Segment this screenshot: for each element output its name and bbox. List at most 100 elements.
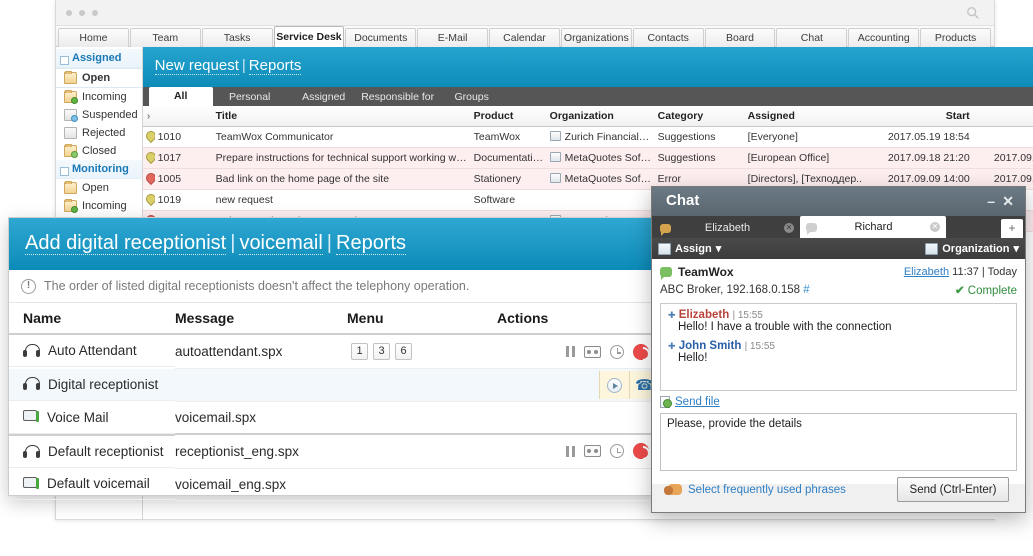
sd-col-product[interactable]: Product: [470, 106, 547, 127]
menu-key[interactable]: 1: [351, 343, 368, 360]
sidebar-item-open[interactable]: Open: [56, 179, 142, 197]
sidebar-group-monitoring[interactable]: Monitoring: [56, 160, 142, 179]
sd-col-start[interactable]: Start: [866, 106, 973, 127]
tab-contacts[interactable]: Contacts: [632, 28, 704, 47]
tab-home[interactable]: Home: [58, 28, 129, 47]
sidebar-item-rejected[interactable]: Rejected: [56, 124, 142, 142]
receptionist-row[interactable]: Auto Attendant autoattendant.spx 1 3 6: [9, 334, 659, 369]
tab-e-mail[interactable]: E-Mail: [417, 28, 489, 47]
tab-chat[interactable]: Chat: [776, 28, 848, 47]
menu-key[interactable]: 3: [373, 343, 390, 360]
receptionist-row[interactable]: Digital receptionist ☎: [9, 368, 659, 402]
tab-team[interactable]: Team: [129, 28, 201, 47]
sd-col-limit[interactable]: Limit: [972, 106, 1033, 127]
request-title[interactable]: Prepare instructions for technical suppo…: [212, 147, 471, 169]
request-assigned[interactable]: [European Office]: [744, 147, 867, 169]
receptionist-row[interactable]: Default receptionist receptionist_eng.spx: [9, 433, 659, 469]
service-desk-subtabs[interactable]: All Personal Assigned Responsible for Groups: [142, 87, 1033, 106]
hangup-icon[interactable]: [633, 443, 649, 460]
close-tab-icon[interactable]: ✕: [784, 223, 794, 233]
receptionist-message-file[interactable]: voicemail.spx: [175, 401, 347, 435]
tab-organizations[interactable]: Organizations: [560, 28, 632, 47]
send-file-link[interactable]: Send file: [675, 396, 720, 408]
sidebar-item-incoming[interactable]: Incoming: [56, 197, 142, 215]
sidebar-item-closed[interactable]: Closed: [56, 142, 142, 160]
frequent-phrases-link[interactable]: Select frequently used phrases: [664, 484, 846, 496]
send-file-row[interactable]: Send file: [660, 396, 1017, 408]
main-tab-bar[interactable]: Home Team Tasks Service Desk Documents E-Mail…: [56, 26, 994, 47]
pause-icon[interactable]: [566, 445, 575, 457]
receptionist-row[interactable]: Default voicemail voicemail_eng.spx: [9, 468, 659, 501]
clock-icon[interactable]: [610, 444, 624, 459]
complete-button[interactable]: ✔ Complete: [955, 283, 1017, 297]
new-request-link[interactable]: New request: [154, 57, 239, 75]
search-icon[interactable]: [966, 6, 980, 20]
receptionist-message-file[interactable]: autoattendant.spx: [175, 334, 347, 369]
subtab-personal[interactable]: Personal: [213, 89, 287, 106]
add-chat-tab-button[interactable]: +: [1001, 219, 1023, 238]
assign-dropdown[interactable]: Assign ▾: [658, 242, 721, 255]
close-icon[interactable]: ✕: [1002, 193, 1014, 210]
request-title[interactable]: Bad link on the home page of the site: [212, 168, 471, 190]
sidebar-item-suspended[interactable]: Suspended: [56, 106, 142, 124]
cassette-icon[interactable]: [584, 345, 601, 358]
cassette-icon[interactable]: [584, 445, 601, 458]
tab-products[interactable]: Products: [920, 28, 991, 47]
subtab-groups[interactable]: Groups: [435, 89, 509, 106]
request-assigned[interactable]: [Everyone]: [744, 126, 867, 148]
request-product: Documentation: [470, 147, 547, 169]
sd-col-blank-1[interactable]: [154, 106, 213, 127]
sidebar-group-assigned[interactable]: Assigned: [56, 49, 142, 68]
sidebar-item-incoming[interactable]: Incoming: [56, 88, 142, 106]
receptionist-reports-link[interactable]: Reports: [336, 232, 407, 255]
menu-key[interactable]: 6: [395, 343, 412, 360]
hash-icon[interactable]: #: [803, 284, 809, 296]
chat-tab-bar[interactable]: Elizabeth ✕ Richard ✕ +: [652, 216, 1025, 238]
sd-col-title[interactable]: Title: [212, 106, 471, 127]
tab-calendar[interactable]: Calendar: [489, 28, 560, 47]
subtab-all[interactable]: All: [148, 87, 213, 106]
subtab-assigned[interactable]: Assigned: [287, 89, 361, 106]
minimize-icon[interactable]: –: [987, 193, 995, 209]
hangup-icon[interactable]: [633, 343, 649, 360]
add-digital-receptionist-link[interactable]: Add digital receptionist: [25, 232, 227, 255]
subtab-responsible-for[interactable]: Responsible for: [361, 89, 435, 106]
tab-documents[interactable]: Documents: [345, 28, 417, 47]
receptionist-message-file[interactable]: [175, 368, 347, 402]
send-button[interactable]: Send (Ctrl-Enter): [897, 477, 1009, 502]
tab-accounting[interactable]: Accounting: [848, 28, 920, 47]
sd-col-blank-0[interactable]: ›: [142, 106, 155, 127]
phrases-bubble-icon: [664, 484, 682, 495]
play-button[interactable]: [599, 371, 629, 399]
sd-col-organization[interactable]: Organization: [546, 106, 655, 127]
table-row[interactable]: 1010 TeamWox Communicator TeamWox Zurich Fi…: [142, 126, 1033, 148]
voicemail-link[interactable]: voicemail: [239, 232, 323, 255]
receptionist-name: Default receptionist: [48, 444, 164, 459]
sd-col-assigned[interactable]: Assigned: [744, 106, 867, 127]
chat-message-input[interactable]: Please, provide the details: [660, 413, 1017, 471]
voicemail-icon: [23, 410, 39, 424]
chat-tab-elizabeth[interactable]: Elizabeth ✕: [654, 218, 800, 238]
request-start: 2017.09.18 21:20: [866, 147, 973, 169]
table-row[interactable]: 1017 Prepare instructions for technical s…: [142, 147, 1033, 169]
sidebar-item-open[interactable]: Open: [56, 68, 142, 88]
reports-link[interactable]: Reports: [248, 57, 302, 75]
close-tab-icon[interactable]: ✕: [930, 222, 940, 232]
organization-name: MetaQuotes Software ..: [564, 152, 655, 164]
thread-author-link[interactable]: Elizabeth: [904, 266, 949, 278]
receptionist-row[interactable]: Voice Mail voicemail.spx: [9, 401, 659, 435]
request-title[interactable]: new request: [212, 189, 471, 211]
organization-dropdown[interactable]: Organization ▾: [925, 242, 1019, 255]
window-controls[interactable]: [66, 10, 98, 16]
row-hover-actions[interactable]: ☎: [599, 369, 659, 401]
tab-tasks[interactable]: Tasks: [201, 28, 273, 47]
receptionist-message-file[interactable]: voicemail_eng.spx: [175, 468, 347, 501]
chat-tab-richard[interactable]: Richard ✕: [800, 216, 946, 238]
clock-icon[interactable]: [610, 344, 624, 359]
pause-icon[interactable]: [566, 346, 575, 357]
sd-col-category[interactable]: Category: [654, 106, 745, 127]
receptionist-message-file[interactable]: receptionist_eng.spx: [175, 433, 347, 469]
tab-service-desk[interactable]: Service Desk: [273, 26, 345, 47]
tab-board[interactable]: Board: [704, 28, 776, 47]
request-title[interactable]: TeamWox Communicator: [212, 126, 471, 148]
